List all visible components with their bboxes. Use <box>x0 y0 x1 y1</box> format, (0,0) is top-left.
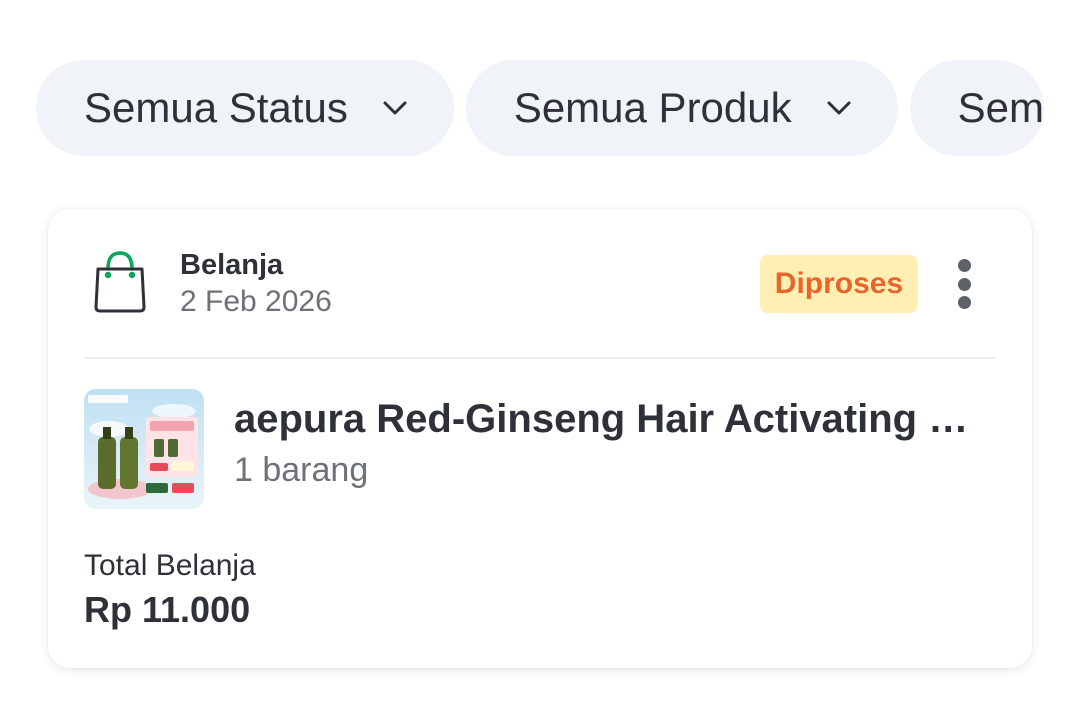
more-vertical-icon-dot <box>957 296 971 309</box>
filter-third-label: Sem <box>957 84 1044 131</box>
product-thumbnail <box>84 389 204 509</box>
filter-product-label: Semua Produk <box>513 84 792 131</box>
filter-bar: Semua Status Semua Produk Sem <box>36 60 1044 156</box>
product-name: aepura Red-Ginseng Hair Activating Serum <box>234 397 994 441</box>
card-header: Belanja 2 Feb 2026 Diproses <box>84 245 996 325</box>
more-vertical-icon <box>957 259 971 272</box>
shopping-bag-icon <box>94 251 146 313</box>
chevron-down-icon <box>383 101 407 115</box>
total-label: Total Belanja <box>84 549 256 582</box>
more-vertical-icon-dot <box>957 277 971 291</box>
filter-status-chip[interactable]: Semua Status <box>36 60 454 156</box>
total-value: Rp 11.000 <box>84 589 251 630</box>
chevron-down-icon <box>827 101 851 115</box>
filter-product-chip[interactable]: Semua Produk <box>465 60 898 156</box>
more-options-button[interactable] <box>946 255 982 313</box>
filter-status-label: Semua Status <box>84 84 348 131</box>
filter-third-chip[interactable]: Sem <box>909 60 1044 156</box>
status-badge: Diproses <box>760 255 918 313</box>
divider <box>84 357 996 359</box>
product-quantity: 1 barang <box>234 451 369 489</box>
transaction-type: Belanja <box>180 249 284 281</box>
transaction-card[interactable]: Belanja 2 Feb 2026 Diproses aepura Red-G… <box>48 209 1032 668</box>
transaction-date: 2 Feb 2026 <box>180 285 332 318</box>
